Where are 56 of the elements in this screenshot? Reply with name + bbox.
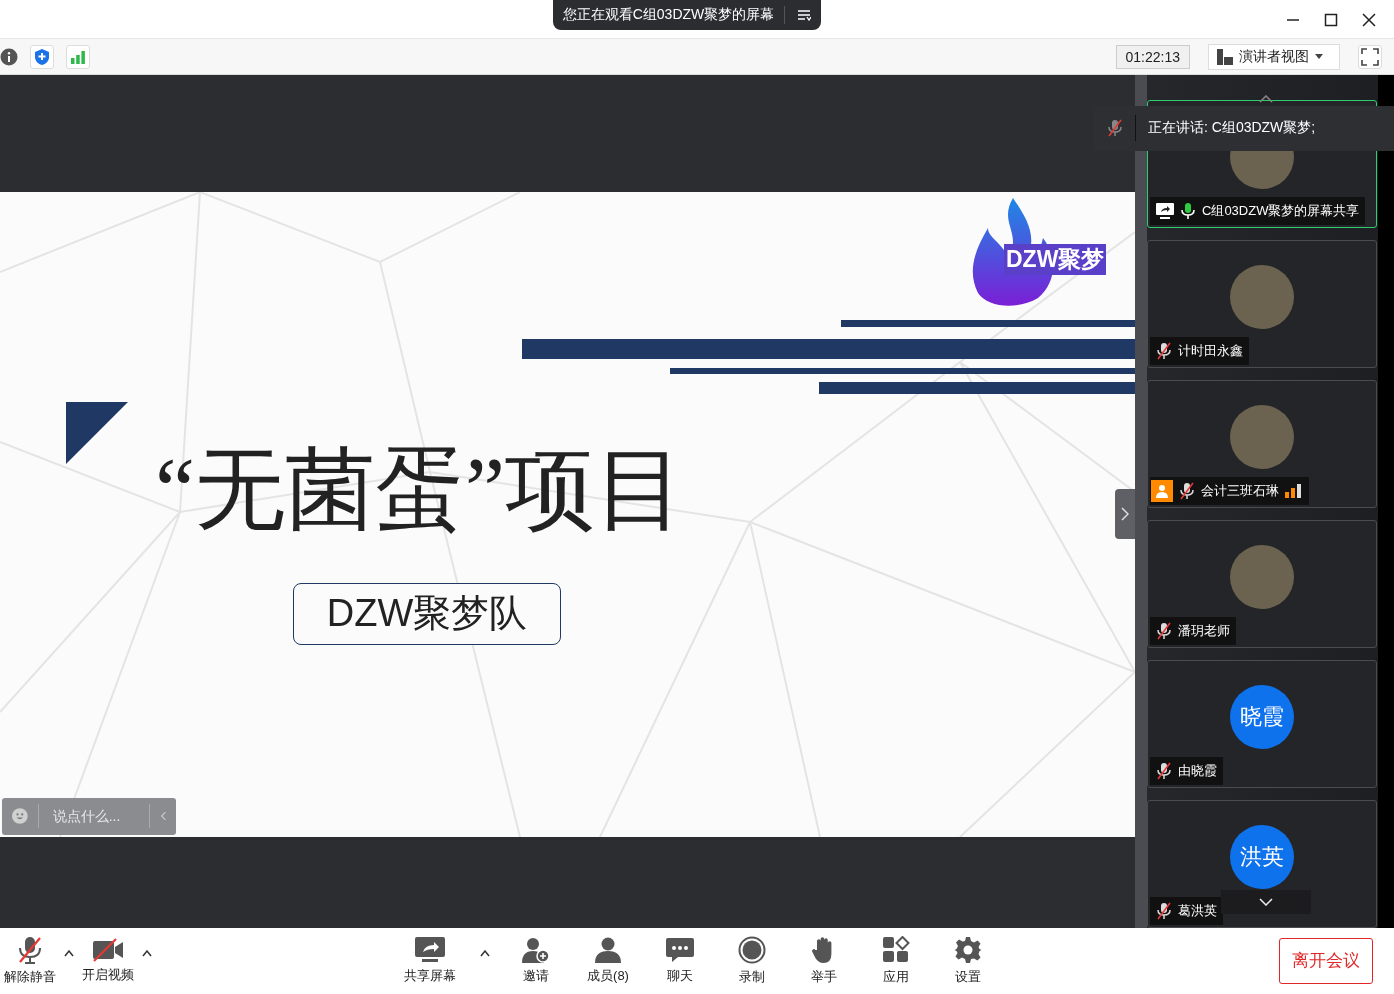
name-label: 潘玥老师 (1150, 616, 1236, 645)
screen-share-icon (415, 936, 445, 963)
slide-subtitle: DZW聚梦队 (293, 582, 561, 645)
members-button[interactable]: 成员(8) (582, 936, 634, 985)
fullscreen-icon[interactable] (1358, 44, 1382, 69)
camera-off-icon (92, 937, 124, 962)
caret-icon[interactable] (64, 950, 74, 958)
view-mode-dropdown[interactable]: 演讲者视图 (1208, 43, 1340, 70)
participant-tile[interactable]: 潘玥老师 (1147, 519, 1377, 648)
name-label: 计时田永鑫 (1150, 336, 1249, 365)
hand-button[interactable]: 举手 (798, 935, 850, 986)
mic-muted-icon (17, 935, 43, 964)
layout-icon (1217, 48, 1233, 65)
invite-button[interactable]: 邀请 (510, 936, 562, 985)
chevron-down-icon (1259, 897, 1273, 906)
video-button[interactable]: 开启视频 (78, 937, 138, 984)
initials-avatar: 晓霞 (1230, 684, 1294, 749)
apps-button[interactable]: 应用 (870, 935, 922, 986)
name-label: 会计三班石琳 (1150, 476, 1309, 505)
add-person-icon (522, 936, 550, 963)
name-label: C组03DZW聚梦的屏幕共享 (1150, 196, 1366, 225)
initials-avatar: 洪英 (1230, 824, 1294, 889)
chat-button[interactable]: 聊天 (654, 936, 706, 985)
scroll-up-icon[interactable] (1259, 94, 1273, 103)
menu-icon[interactable] (797, 9, 812, 21)
triangle-decoration (66, 401, 128, 464)
participant-tile[interactable]: 计时田永鑫 (1147, 239, 1377, 368)
people-icon (594, 936, 622, 963)
dropdown-caret-icon (1315, 53, 1323, 60)
record-icon (738, 935, 766, 964)
banner-text: 您正在观看C组03DZW聚梦的屏幕 (562, 6, 786, 24)
info-icon[interactable] (0, 47, 18, 66)
caret-icon[interactable] (480, 950, 490, 958)
record-button[interactable]: 录制 (726, 935, 778, 986)
mic-muted-icon (1107, 119, 1123, 138)
caret-icon[interactable] (142, 950, 152, 958)
speaking-text: 正在讲话: C组03DZW聚梦; (1148, 119, 1316, 138)
maximize-icon[interactable] (1324, 13, 1338, 27)
name-label: 由晓霞 (1150, 756, 1223, 785)
shield-icon[interactable] (30, 44, 54, 69)
participant-tile[interactable]: 晓霞 由晓霞 (1147, 659, 1377, 788)
share-button[interactable]: 共享屏幕 (400, 936, 460, 985)
settings-button[interactable]: 设置 (942, 935, 994, 986)
apps-icon (882, 935, 910, 964)
participant-tile[interactable]: 会计三班石琳 (1147, 379, 1377, 508)
panel-toggle-handle[interactable] (1115, 488, 1135, 539)
leave-meeting-button[interactable]: 离开会议 (1279, 937, 1373, 984)
chat-icon (666, 936, 694, 963)
signal-icon[interactable] (66, 44, 90, 69)
close-icon[interactable] (1362, 13, 1376, 27)
name-label: 葛洪英 (1150, 896, 1223, 925)
mic-button[interactable]: 解除静音 (0, 935, 60, 986)
meeting-timer: 01:22:13 (1115, 44, 1190, 69)
slide-title: “无菌蛋”项目 (155, 439, 685, 539)
participant-tile[interactable]: 洪英 葛洪英 (1147, 799, 1377, 928)
settings-icon (954, 935, 982, 964)
